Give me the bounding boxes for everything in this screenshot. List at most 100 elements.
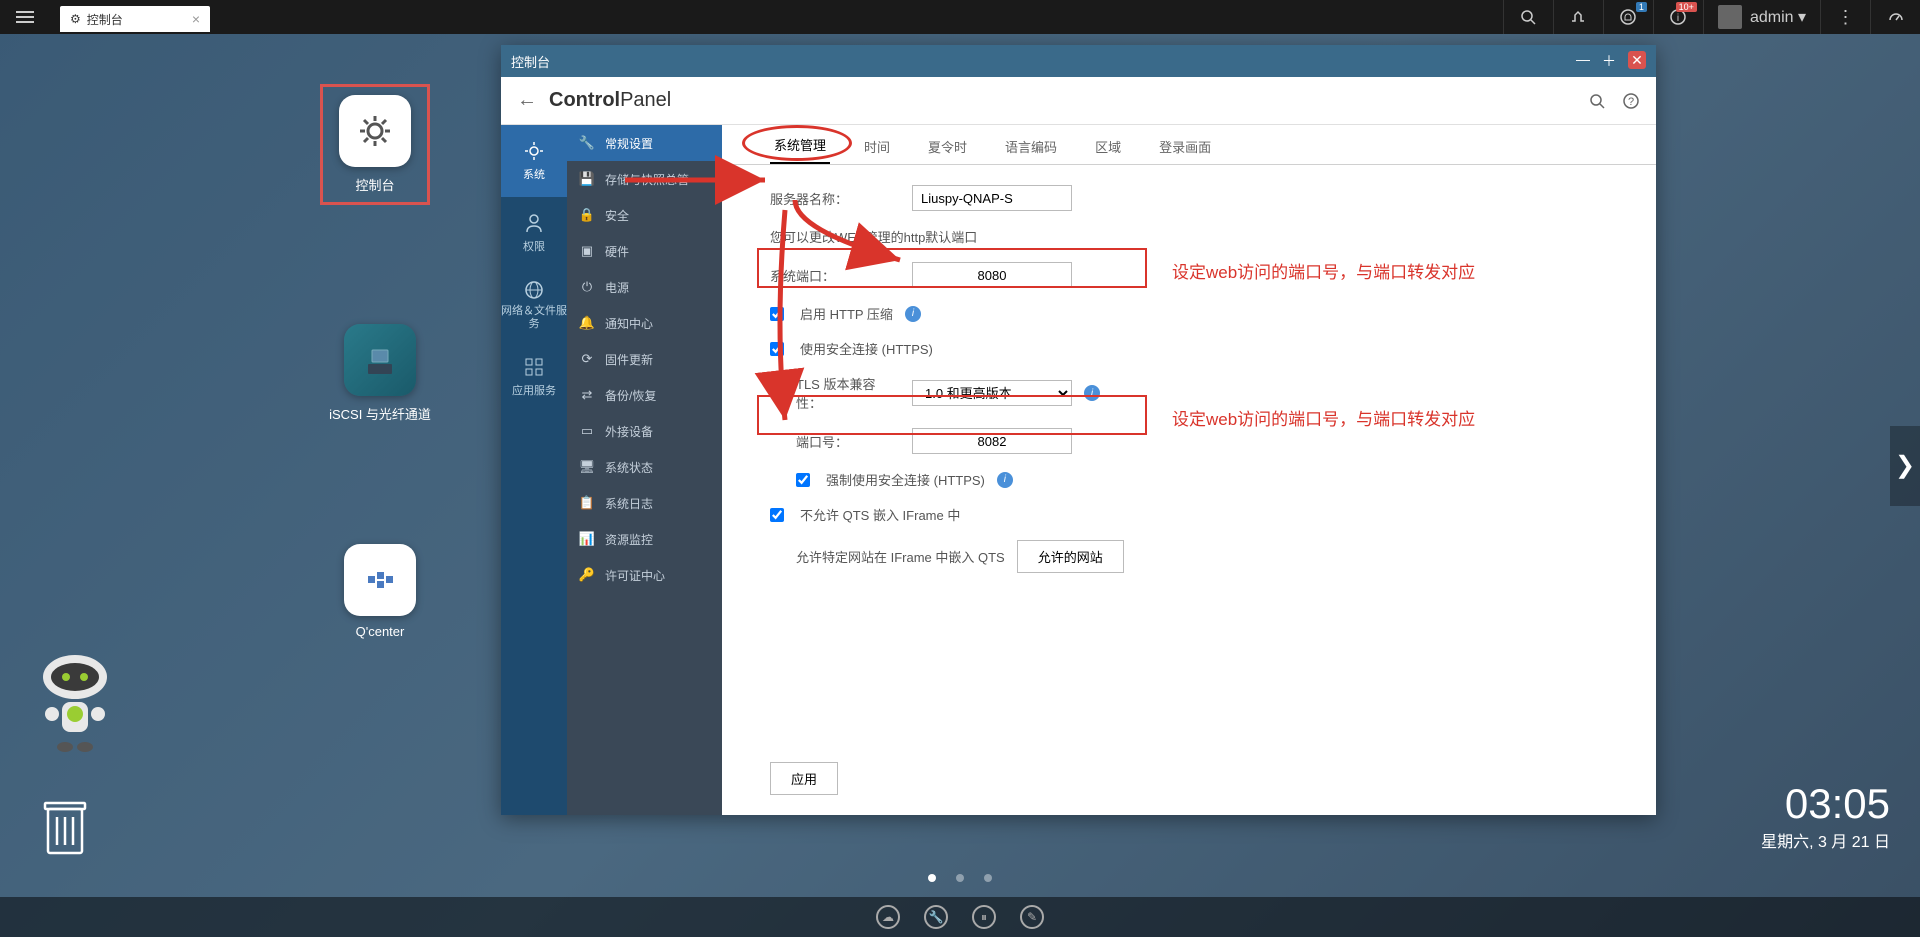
main-menu-button[interactable] (0, 0, 50, 34)
chart-icon: 📊 (579, 531, 595, 547)
nav-system[interactable]: 系统 (501, 125, 567, 197)
maximize-button[interactable]: ＋ (1602, 51, 1616, 71)
backup-icon: ⇄ (579, 387, 595, 403)
info-badge: 10+ (1676, 2, 1697, 12)
svg-text:?: ? (1628, 96, 1634, 108)
http-compress-checkbox[interactable] (770, 307, 784, 321)
dock-tools[interactable]: 🔧 (924, 905, 948, 929)
key-icon: 🔑 (579, 567, 595, 583)
assistant-robot[interactable] (30, 652, 120, 762)
disk-icon: 💾 (579, 171, 595, 187)
apply-button[interactable]: 应用 (770, 762, 838, 795)
dock-cloud[interactable]: ☁ (876, 905, 900, 929)
desktop-icon-label: Q'center (356, 624, 405, 639)
search-icon (1520, 9, 1536, 25)
nav-power[interactable]: ⏻电源 (567, 269, 722, 305)
user-menu[interactable]: admin ▾ (1703, 0, 1820, 34)
tab-time[interactable]: 时间 (860, 129, 894, 164)
allowed-sites-button[interactable]: 允许的网站 (1017, 540, 1124, 573)
volume-button[interactable] (1553, 0, 1603, 34)
minimize-button[interactable]: — (1576, 51, 1590, 71)
force-https-label: 强制使用安全连接 (HTTPS) (826, 470, 985, 489)
clock-date: 星期六, 3 月 21 日 (1761, 828, 1890, 852)
main-panel: 系统管理 时间 夏令时 语言编码 区域 登录画面 服务器名称： 您可以更改WEB… (722, 125, 1656, 815)
window-titlebar[interactable]: 控制台 — ＋ ✕ (501, 45, 1656, 77)
annotation-box (757, 248, 1147, 288)
nav-storage[interactable]: 💾存储与快照总管 (567, 161, 722, 197)
window-header: ← ControlPanel ? (501, 77, 1656, 125)
server-name-label: 服务器名称： (770, 189, 900, 208)
nav-firmware[interactable]: ⟳固件更新 (567, 341, 722, 377)
globe-icon (523, 279, 545, 301)
desktop-icon-label: 控制台 (355, 178, 394, 193)
desktop-icon-iscsi[interactable]: iSCSI 与光纤通道 (325, 324, 435, 423)
back-button[interactable]: ← (517, 89, 537, 112)
nav-resource[interactable]: 📊资源监控 (567, 521, 722, 557)
dashboard-button[interactable] (1870, 0, 1920, 34)
no-iframe-checkbox[interactable] (770, 508, 784, 522)
more-button[interactable]: ⋮ (1820, 0, 1870, 34)
nav-permission[interactable]: 权限 (501, 197, 567, 269)
gear-icon: ⚙ (70, 12, 81, 26)
log-icon: 📋 (579, 495, 595, 511)
control-panel-window: 控制台 — ＋ ✕ ← ControlPanel ? 系统 权限 (501, 45, 1656, 815)
lock-icon: 🔒 (579, 207, 595, 223)
tab-region[interactable]: 区域 (1091, 129, 1125, 164)
nav-status[interactable]: 🖥系统状态 (567, 449, 722, 485)
gear-icon (355, 111, 395, 151)
clock-time: 03:05 (1761, 780, 1890, 828)
page-indicator[interactable] (928, 874, 992, 882)
force-https-checkbox[interactable] (796, 473, 810, 487)
search-icon (1588, 92, 1606, 110)
nav-external[interactable]: ▭外接设备 (567, 413, 722, 449)
browser-tab[interactable]: ⚙ 控制台 × (60, 6, 210, 32)
https-checkbox[interactable] (770, 342, 784, 356)
usb-icon: ▭ (579, 423, 595, 439)
http-compress-label: 启用 HTTP 压缩 (800, 304, 893, 323)
server-name-input[interactable] (912, 185, 1072, 211)
tab-dst[interactable]: 夏令时 (924, 129, 971, 164)
avatar (1718, 5, 1742, 29)
volume-icon (1570, 9, 1586, 25)
grid-icon (523, 356, 545, 378)
nav-notification[interactable]: 🔔通知中心 (567, 305, 722, 341)
power-icon: ⏻ (579, 279, 595, 295)
bell-icon: 🔔 (579, 315, 595, 331)
desktop-icon-label: iSCSI 与光纤通道 (329, 407, 431, 422)
info-button[interactable]: i 10+ (1653, 0, 1703, 34)
trash-icon[interactable] (40, 797, 90, 857)
next-page-arrow[interactable]: ❯ (1890, 426, 1920, 506)
gear-icon (523, 140, 545, 162)
monitor-icon: 🖥 (579, 459, 595, 475)
storage-icon (360, 340, 400, 380)
help-button[interactable]: ? (1622, 92, 1640, 110)
tab-close-button[interactable]: × (192, 11, 200, 27)
dock-pause[interactable]: ⏸ (972, 905, 996, 929)
dots-icon: ⋮ (1837, 7, 1855, 28)
nav-security[interactable]: 🔒安全 (567, 197, 722, 233)
nav-app[interactable]: 应用服务 (501, 341, 567, 413)
https-label: 使用安全连接 (HTTPS) (800, 339, 933, 358)
wrench-icon: 🔧 (579, 135, 595, 151)
info-icon[interactable]: i (997, 472, 1013, 488)
nav-backup[interactable]: ⇄备份/恢复 (567, 377, 722, 413)
nav-general[interactable]: 🔧常规设置 (567, 125, 722, 161)
close-button[interactable]: ✕ (1628, 51, 1646, 69)
nav-license[interactable]: 🔑许可证中心 (567, 557, 722, 593)
no-iframe-label: 不允许 QTS 嵌入 IFrame 中 (800, 505, 960, 524)
search-button[interactable] (1588, 92, 1606, 110)
window-content: 系统 权限 网络＆文件服务 应用服务 🔧常规设置 💾存储与快照总管 🔒安全 ▣硬… (501, 125, 1656, 815)
nav-syslog[interactable]: 📋系统日志 (567, 485, 722, 521)
annotation-text: 设定web访问的端口号，与端口转发对应 (1172, 258, 1475, 283)
tab-login[interactable]: 登录画面 (1155, 129, 1215, 164)
tab-language[interactable]: 语言编码 (1001, 129, 1061, 164)
nav-hardware[interactable]: ▣硬件 (567, 233, 722, 269)
search-button[interactable] (1503, 0, 1553, 34)
desktop-icon-qcenter[interactable]: Q'center (325, 544, 435, 639)
info-icon[interactable]: i (905, 306, 921, 322)
notification-button[interactable]: 1 (1603, 0, 1653, 34)
bell-icon (1619, 8, 1637, 26)
desktop-icon-control-panel[interactable]: 控制台 (320, 84, 430, 205)
dock-note[interactable]: ✎ (1020, 905, 1044, 929)
nav-network[interactable]: 网络＆文件服务 (501, 269, 567, 341)
